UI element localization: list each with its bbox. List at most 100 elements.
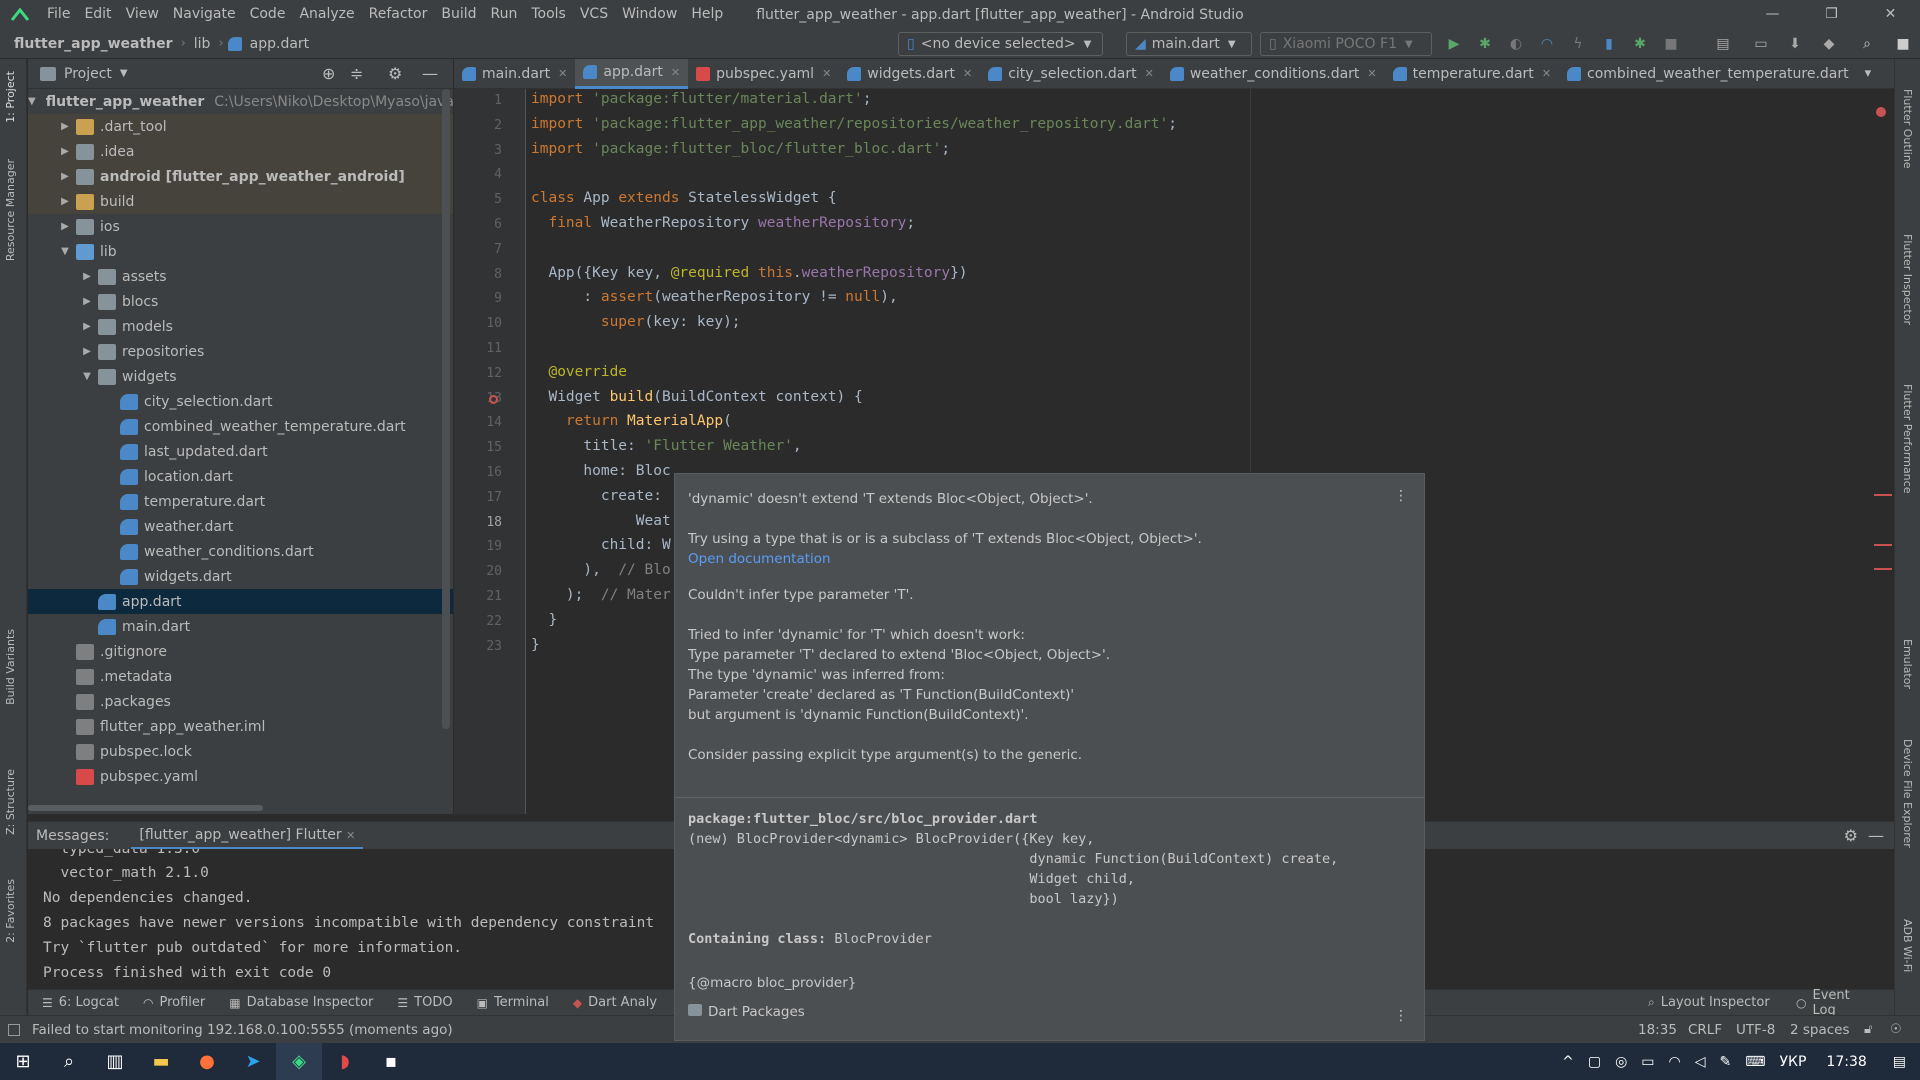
project-structure-icon[interactable]: ▤: [1712, 34, 1734, 54]
code-line[interactable]: child: W: [531, 537, 671, 553]
tree-item[interactable]: .gitignore: [28, 639, 453, 664]
code-line[interactable]: Widget build(BuildContext context) {: [531, 389, 862, 405]
tree-item[interactable]: app.dart: [28, 589, 453, 614]
code-line[interactable]: import 'package:flutter_app_weather/repo…: [531, 116, 1177, 132]
event-log-tab[interactable]: ○ Event Log: [1796, 988, 1870, 1018]
vertical-scrollbar[interactable]: [442, 89, 450, 729]
expanded-arrow-icon[interactable]: ▼: [80, 371, 94, 382]
menu-edit[interactable]: Edit: [77, 0, 118, 29]
status-message[interactable]: Failed to start monitoring 192.168.0.100…: [32, 1022, 453, 1038]
assistant-icon[interactable]: ◆: [1818, 34, 1840, 54]
expanded-arrow-icon[interactable]: ▼: [28, 96, 36, 107]
tree-item[interactable]: pubspec.lock: [28, 739, 453, 764]
tree-item[interactable]: ▶ models: [28, 314, 453, 339]
error-indicator-icon[interactable]: [1876, 107, 1886, 117]
code-line[interactable]: return MaterialApp(: [531, 413, 732, 429]
tree-item[interactable]: location.dart: [28, 464, 453, 489]
collapsed-arrow-icon[interactable]: ▶: [58, 196, 72, 207]
flutter-outline-tab[interactable]: Flutter Outline: [1901, 89, 1914, 169]
hide-icon[interactable]: —: [1868, 826, 1884, 845]
tree-item[interactable]: weather.dart: [28, 514, 453, 539]
override-marker-icon[interactable]: [489, 394, 498, 404]
project-view-label[interactable]: Project: [64, 66, 112, 82]
close-tab-icon[interactable]: ✕: [1367, 67, 1376, 80]
hide-icon[interactable]: —: [422, 64, 438, 83]
stop-icon[interactable]: ■: [1660, 34, 1682, 54]
menu-window[interactable]: Window: [615, 0, 684, 29]
dart-packages-item[interactable]: Dart Packages: [688, 1004, 805, 1020]
todo-tab[interactable]: ☰ TODO: [397, 995, 452, 1010]
error-stripe-mark[interactable]: [1874, 568, 1892, 570]
tree-item[interactable]: ▶ ios: [28, 214, 453, 239]
collapse-all-icon[interactable]: ≑: [350, 64, 363, 83]
code-line[interactable]: home: Bloc: [531, 463, 670, 479]
code-line[interactable]: class App extends StatelessWidget {: [531, 190, 837, 206]
collapsed-arrow-icon[interactable]: ▶: [58, 121, 72, 132]
editor-tab[interactable]: city_selection.dart ✕: [980, 59, 1162, 89]
breadcrumb-lib[interactable]: lib: [190, 36, 215, 52]
code-line[interactable]: }: [531, 637, 540, 653]
minimize-button[interactable]: —: [1743, 0, 1802, 29]
cursor-position[interactable]: 18:35: [1638, 1022, 1677, 1038]
close-tab-icon[interactable]: ✕: [822, 67, 831, 80]
menu-build[interactable]: Build: [434, 0, 483, 29]
breadcrumb-file[interactable]: app.dart: [246, 36, 314, 52]
horizontal-scrollbar[interactable]: [28, 805, 263, 811]
structure-tab[interactable]: Z: Structure: [4, 769, 17, 835]
tree-item[interactable]: widgets.dart: [28, 564, 453, 589]
editor-tab[interactable]: weather_conditions.dart ✕: [1162, 59, 1385, 89]
device-selector[interactable]: ▯ <no device selected> ▼: [898, 32, 1103, 56]
task-view-icon[interactable]: ▥: [92, 1043, 138, 1080]
layout-inspector-tab[interactable]: ⌕ Layout Inspector: [1648, 995, 1770, 1010]
collapsed-arrow-icon[interactable]: ▶: [80, 271, 94, 282]
menu-tools[interactable]: Tools: [524, 0, 573, 29]
menu-help[interactable]: Help: [684, 0, 730, 29]
search-icon[interactable]: ⌕: [46, 1043, 92, 1080]
close-tab-icon[interactable]: ✕: [558, 67, 567, 80]
expanded-arrow-icon[interactable]: ▼: [58, 246, 72, 257]
code-line[interactable]: : assert(weatherRepository != null),: [531, 289, 897, 305]
tree-item[interactable]: city_selection.dart: [28, 389, 453, 414]
error-stripe-mark[interactable]: [1874, 544, 1892, 546]
editor-tab[interactable]: widgets.dart ✕: [839, 59, 980, 89]
code-line[interactable]: import 'package:flutter/material.dart';: [531, 91, 871, 107]
flutter-inspector-tab[interactable]: Flutter Inspector: [1901, 234, 1914, 325]
gear-icon[interactable]: ⚙: [388, 64, 402, 83]
android-studio-taskbar-icon[interactable]: ◈: [276, 1043, 322, 1080]
input-language[interactable]: УКР: [1779, 1054, 1806, 1070]
menu-analyze[interactable]: Analyze: [292, 0, 361, 29]
coverage-icon[interactable]: ◐: [1505, 34, 1527, 54]
clock[interactable]: 17:38: [1826, 1054, 1866, 1070]
tree-item[interactable]: .packages: [28, 689, 453, 714]
logcat-tab[interactable]: ☰ 6: Logcat: [42, 995, 119, 1010]
menu-navigate[interactable]: Navigate: [166, 0, 243, 29]
open-documentation-link[interactable]: Open documentation: [688, 551, 831, 567]
tree-item[interactable]: main.dart: [28, 614, 453, 639]
menu-view[interactable]: View: [119, 0, 166, 29]
tree-root[interactable]: ▼ flutter_app_weather C:\Users\Niko\Desk…: [28, 89, 453, 114]
tree-item[interactable]: pubspec.yaml: [28, 764, 453, 789]
code-line[interactable]: Weat: [531, 513, 671, 529]
editor-tab[interactable]: combined_weather_temperature.dart: [1559, 59, 1857, 89]
wifi-icon[interactable]: ◠: [1669, 1054, 1681, 1070]
hot-reload-icon[interactable]: ϟ: [1567, 34, 1589, 54]
tray-chevron-icon[interactable]: ^: [1562, 1054, 1574, 1070]
tree-item[interactable]: ▶ android [flutter_app_weather_android]: [28, 164, 453, 189]
tray-app-icon[interactable]: ▢: [1588, 1054, 1601, 1070]
tree-item[interactable]: ▼ lib: [28, 239, 453, 264]
menu-file[interactable]: File: [40, 0, 77, 29]
notifications-icon[interactable]: ▤: [1893, 1054, 1906, 1070]
locate-icon[interactable]: ⊕: [322, 64, 335, 83]
debug-icon[interactable]: ✱: [1474, 34, 1496, 54]
close-icon[interactable]: ✕: [346, 829, 355, 842]
device-file-explorer-tab[interactable]: Device File Explorer: [1901, 739, 1914, 848]
menu-code[interactable]: Code: [243, 0, 293, 29]
messages-tab[interactable]: [flutter_app_weather] Flutter ✕: [131, 822, 364, 850]
project-tool-tab[interactable]: 1: Project: [4, 71, 17, 123]
target-device-selector[interactable]: ▯ Xiaomi POCO F1 ▼: [1260, 32, 1432, 56]
firefox-icon[interactable]: ●: [184, 1043, 230, 1080]
close-tab-icon[interactable]: ✕: [1145, 67, 1154, 80]
editor-tab[interactable]: main.dart ✕: [454, 59, 575, 89]
code-line[interactable]: }: [531, 612, 557, 628]
terminal-tab[interactable]: ▣ Terminal: [477, 995, 549, 1010]
